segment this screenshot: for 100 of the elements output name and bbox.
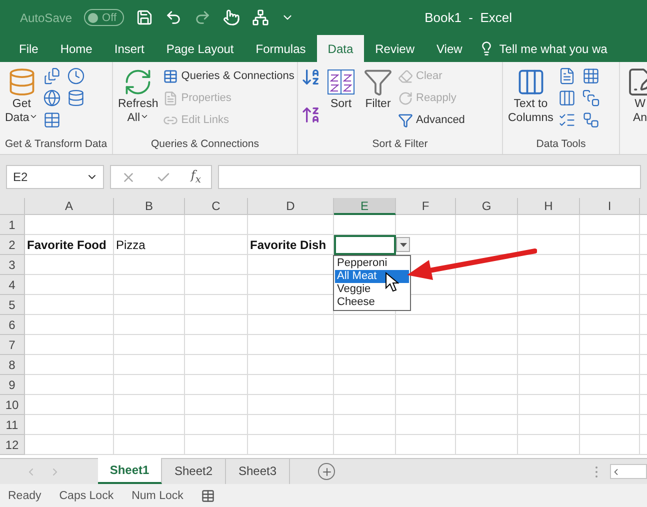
column-header[interactable]: H: [518, 198, 580, 215]
undo-icon[interactable]: [164, 9, 182, 26]
row-header[interactable]: 9: [0, 375, 25, 395]
row-header[interactable]: 3: [0, 255, 25, 275]
table-cell: [334, 335, 396, 355]
table-cell: [114, 215, 185, 235]
table-cell: Pizza: [114, 235, 185, 255]
dropdown-option[interactable]: Veggie: [335, 283, 409, 296]
name-box[interactable]: E2: [6, 165, 104, 189]
table-cell: [396, 415, 456, 435]
dropdown-option[interactable]: Pepperoni: [335, 257, 409, 270]
column-header[interactable]: G: [456, 198, 518, 215]
table-cell: [114, 355, 185, 375]
column-header[interactable]: F: [396, 198, 456, 215]
row-header[interactable]: 7: [0, 335, 25, 355]
table-icon[interactable]: [43, 111, 62, 129]
ribbon-button[interactable]: Sort: [324, 65, 358, 138]
row-header[interactable]: 8: [0, 355, 25, 375]
ribbon-button[interactable]: Queries & Connections: [163, 67, 294, 85]
database-icon[interactable]: [67, 89, 86, 107]
ribbon-tab[interactable]: View: [426, 35, 474, 62]
table-cell: [185, 395, 248, 415]
macro-icon[interactable]: [201, 488, 216, 502]
clock-icon[interactable]: [67, 67, 86, 85]
column-header[interactable]: A: [25, 198, 114, 215]
ribbon-button[interactable]: Filter: [361, 65, 395, 138]
table-cell: [580, 295, 640, 315]
status-text: Num Lock: [132, 490, 184, 502]
horizontal-scrollbar[interactable]: [610, 464, 647, 479]
column-header[interactable]: I: [580, 198, 640, 215]
ribbon-button[interactable]: Text to Columns: [506, 65, 556, 138]
flow-icon[interactable]: [582, 111, 600, 129]
row-header[interactable]: 5: [0, 295, 25, 315]
ribbon-tab[interactable]: Formulas: [244, 35, 317, 62]
table-cell: [396, 355, 456, 375]
ribbon-tab[interactable]: Page Layout: [155, 35, 245, 62]
save-icon[interactable]: [136, 9, 153, 26]
hierarchy-icon[interactable]: [252, 9, 269, 26]
column-header[interactable]: E: [334, 198, 396, 215]
row-header[interactable]: 6: [0, 315, 25, 335]
table-cell: [580, 355, 640, 375]
ribbon-tab[interactable]: Home: [49, 35, 104, 62]
insert-function-button[interactable]: f$_{x}$: [190, 168, 202, 186]
row-header[interactable]: 10: [0, 395, 25, 415]
stack-icon[interactable]: [582, 89, 600, 107]
globe-icon[interactable]: [43, 89, 62, 107]
redo-icon[interactable]: [194, 9, 211, 26]
document-icon: [163, 90, 178, 106]
column-header[interactable]: B: [114, 198, 185, 215]
table-cell: [185, 215, 248, 235]
table-cell: [580, 375, 640, 395]
column-header[interactable]: D: [248, 198, 334, 215]
add-sheet-button[interactable]: [318, 463, 335, 480]
table-cell: [185, 335, 248, 355]
sort-descending-icon[interactable]: [301, 105, 321, 125]
table-cell: Favorite Dish: [248, 235, 334, 255]
table-cell: [396, 395, 456, 415]
row-header[interactable]: 2: [0, 235, 25, 255]
touch-icon[interactable]: [222, 9, 240, 26]
sheet-tab[interactable]: Sheet1: [98, 458, 162, 484]
ribbon-tab[interactable]: Insert: [103, 35, 156, 62]
dropdown-option[interactable]: Cheese: [335, 296, 409, 309]
table-cell: [185, 275, 248, 295]
row-header[interactable]: 4: [0, 275, 25, 295]
ribbon-button[interactable]: Advanced: [398, 111, 465, 129]
ribbon-button[interactable]: W An: [623, 65, 647, 154]
row-header[interactable]: 1: [0, 215, 25, 235]
status-text: Ready: [8, 490, 42, 502]
ribbon-tab[interactable]: File: [8, 35, 50, 62]
checklist-icon[interactable]: [558, 111, 576, 129]
table-cell: [114, 255, 185, 275]
cursor-icon: [385, 272, 399, 292]
table-cell: [114, 335, 185, 355]
sort-ascending-icon[interactable]: [301, 67, 321, 87]
table-cell: [580, 255, 640, 275]
row-header[interactable]: 12: [0, 435, 25, 455]
table-cell: [185, 415, 248, 435]
plus-icon: [320, 466, 332, 478]
formula-field[interactable]: [218, 165, 641, 189]
table-cell: [114, 435, 185, 455]
tell-me-search[interactable]: Tell me what you wa: [473, 35, 608, 62]
grid-icon[interactable]: [582, 67, 600, 85]
table-cell: [334, 415, 396, 435]
column-header[interactable]: C: [185, 198, 248, 215]
ribbon-tab[interactable]: Review: [364, 35, 426, 62]
table-cell: [114, 295, 185, 315]
ribbon-tab[interactable]: Data: [316, 35, 364, 62]
ribbon-button[interactable]: Get Data: [3, 65, 40, 138]
ribbon-button[interactable]: Refresh All: [116, 65, 160, 138]
documents-icon[interactable]: [43, 67, 62, 85]
group-label: Get & Transform Data: [4, 138, 108, 152]
table-cell: [518, 275, 580, 295]
table-cell: [456, 375, 518, 395]
columns-icon[interactable]: [558, 89, 576, 107]
document-icon[interactable]: [558, 67, 576, 85]
row-header[interactable]: 11: [0, 415, 25, 435]
table-cell: [456, 355, 518, 375]
table-cell: [456, 335, 518, 355]
table-cell: [396, 375, 456, 395]
dropdown-button[interactable]: [396, 237, 410, 252]
